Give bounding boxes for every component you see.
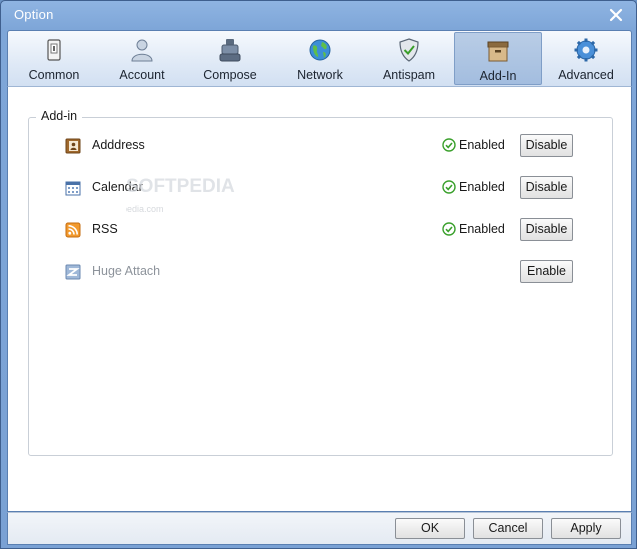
- ok-button[interactable]: OK: [395, 518, 465, 539]
- disable-rss-button[interactable]: Disable: [520, 218, 573, 241]
- add-in-name: RSS: [92, 222, 118, 236]
- close-icon: [609, 8, 623, 22]
- add-in-row-calendar: Calendar Enabled Disable: [8, 176, 631, 200]
- address-book-icon: [65, 138, 81, 154]
- add-in-name: Adddress: [92, 138, 145, 152]
- add-in-row-huge-attach: Huge Attach Enable: [8, 260, 631, 284]
- add-in-status-text: Enabled: [459, 222, 505, 236]
- tab-advanced[interactable]: Advanced: [542, 32, 630, 85]
- add-in-row-address: Adddress Enabled Disable: [8, 134, 631, 158]
- add-in-row-rss: RSS Enabled Disable: [8, 218, 631, 242]
- tab-label: Advanced: [558, 68, 614, 82]
- common-icon: [47, 39, 61, 61]
- disable-address-button[interactable]: Disable: [520, 134, 573, 157]
- network-icon: [309, 39, 331, 61]
- tab-label: Common: [28, 68, 80, 82]
- tab-add-in[interactable]: Add-In: [454, 32, 542, 85]
- apply-button[interactable]: Apply: [551, 518, 621, 539]
- tab-network[interactable]: Network: [276, 32, 364, 85]
- compose-icon: [219, 39, 241, 62]
- close-button[interactable]: [606, 5, 626, 25]
- add-in-status-text: Enabled: [459, 138, 505, 152]
- tab-antispam[interactable]: Antispam: [365, 32, 453, 85]
- add-in-group: [28, 117, 613, 456]
- disable-calendar-button[interactable]: Disable: [520, 176, 573, 199]
- tab-label: Account: [119, 68, 165, 82]
- options-window: Option Common Account Compose Network An…: [0, 0, 637, 549]
- options-content: Add-in Adddress Enabled Disable Calendar…: [7, 86, 632, 512]
- dialog-footer: OK Cancel Apply: [7, 512, 632, 545]
- add-in-status-text: Enabled: [459, 180, 505, 194]
- add-in-name: Calendar: [92, 180, 143, 194]
- tab-common[interactable]: Common: [10, 32, 98, 85]
- account-icon: [131, 39, 153, 62]
- tab-label: Network: [297, 68, 343, 82]
- advanced-icon: [574, 38, 598, 62]
- cancel-button[interactable]: Cancel: [473, 518, 543, 539]
- add-in-name: Huge Attach: [92, 264, 161, 278]
- check-circle-icon: [442, 222, 456, 236]
- enable-huge-attach-button[interactable]: Enable: [520, 260, 573, 283]
- tab-label: Antispam: [382, 68, 436, 82]
- antispam-icon: [399, 38, 419, 62]
- tab-compose[interactable]: Compose: [186, 32, 274, 85]
- options-toolbar: Common Account Compose Network Antispam …: [7, 30, 632, 86]
- rss-icon: [65, 222, 81, 238]
- tab-account[interactable]: Account: [98, 32, 186, 85]
- window-title: Option: [14, 7, 54, 22]
- calendar-icon: [65, 181, 81, 196]
- tab-label: Compose: [203, 68, 257, 82]
- huge-attach-icon: [65, 264, 81, 280]
- add-in-icon: [487, 41, 509, 62]
- tab-label: Add-In: [479, 69, 517, 83]
- title-bar: Option: [1, 1, 636, 29]
- check-circle-icon: [442, 138, 456, 152]
- check-circle-icon: [442, 180, 456, 194]
- add-in-group-title: Add-in: [36, 109, 83, 123]
